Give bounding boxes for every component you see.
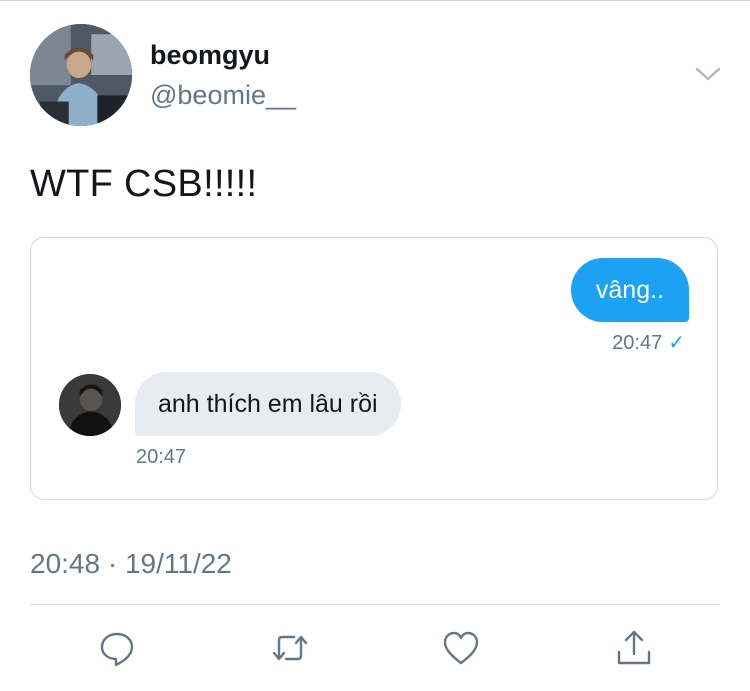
- like-button[interactable]: [441, 628, 481, 668]
- incoming-message-bubble: anh thích em lâu rồi: [135, 372, 401, 436]
- share-icon: [617, 630, 651, 665]
- reply-icon: [100, 632, 134, 667]
- outgoing-message-meta: 20:47 ✓: [612, 330, 685, 355]
- retweet-icon: [272, 635, 308, 661]
- author-avatar[interactable]: [30, 24, 132, 126]
- author-handle[interactable]: @beomie__: [150, 80, 296, 111]
- author-display-name[interactable]: beomgyu: [150, 40, 270, 71]
- top-divider: [0, 0, 750, 1]
- embedded-chat-screenshot[interactable]: vâng.. 20:47 ✓ anh thích em lâu rồi 20:47: [30, 237, 718, 500]
- actions-divider: [30, 604, 720, 605]
- reply-button[interactable]: [97, 628, 137, 668]
- contact-photo-icon: [59, 374, 121, 436]
- heart-icon: [443, 631, 479, 665]
- read-check-icon: ✓: [668, 332, 685, 354]
- retweet-button[interactable]: [270, 628, 310, 668]
- share-button[interactable]: [614, 628, 654, 668]
- outgoing-message-time: 20:47: [612, 332, 663, 354]
- outgoing-message-bubble: vâng..: [570, 258, 689, 322]
- tweet-text: WTF CSB!!!!!: [30, 163, 258, 205]
- profile-photo-icon: [30, 24, 132, 126]
- incoming-message-time: 20:47: [136, 446, 187, 468]
- chevron-down-icon[interactable]: [694, 62, 722, 86]
- contact-avatar: [59, 374, 121, 436]
- tweet-timestamp[interactable]: 20:48 · 19/11/22: [30, 548, 232, 580]
